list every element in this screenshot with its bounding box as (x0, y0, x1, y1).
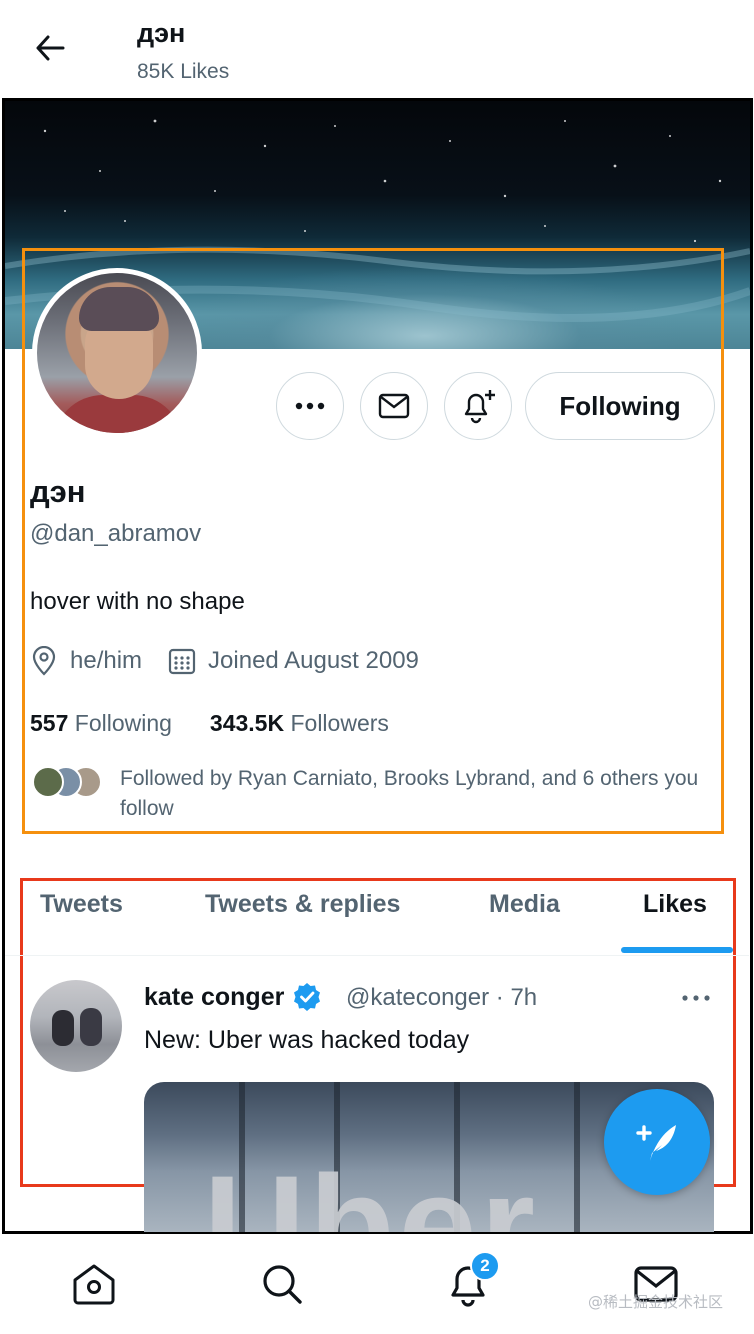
location-pin-icon (32, 646, 56, 676)
joined-text: Joined August 2009 (208, 647, 419, 674)
watermark-text: @稀土掘金技术社区 (588, 1293, 724, 1311)
pronouns-item: he/him (30, 646, 142, 676)
message-button[interactable] (360, 372, 428, 440)
envelope-icon (378, 393, 410, 419)
home-icon[interactable] (70, 1260, 118, 1308)
tweet-more-button[interactable] (680, 986, 712, 1010)
bottom-navigation: 2 @稀土掘金技术社区 (0, 1236, 754, 1334)
tweet-text: New: Uber was hacked today (144, 1026, 470, 1054)
profile-avatar[interactable] (32, 268, 202, 438)
verified-badge-icon (294, 983, 321, 1011)
followed-by-avatars (30, 764, 110, 804)
joined-item: Joined August 2009 (168, 647, 419, 675)
tweet-image-text: Uber (204, 1146, 539, 1232)
followed-by-text: Followed by Ryan Carniato, Brooks Lybran… (120, 767, 699, 820)
following-button[interactable]: Following (525, 372, 715, 440)
bell-plus-icon (464, 390, 495, 424)
tweet-author-avatar[interactable] (30, 980, 122, 1072)
profile-name: дэн (30, 474, 86, 509)
back-arrow-icon[interactable] (30, 28, 70, 68)
more-dots-icon (682, 995, 710, 1001)
tab-tweets[interactable]: Tweets (40, 890, 123, 919)
profile-header: дэн 85K Likes (0, 0, 754, 98)
profile-meta: he/him Joined August 2009 (30, 646, 419, 676)
more-dots-icon (295, 402, 325, 410)
followers-stat[interactable]: 343.5K Followers (210, 710, 389, 737)
header-likes-count: 85K Likes (137, 60, 230, 83)
tab-tweets-replies[interactable]: Tweets & replies (205, 890, 400, 919)
tweet-handle-time: @kateconger · 7h (346, 984, 538, 1011)
profile-bio: hover with no shape (30, 588, 245, 615)
compose-tweet-button[interactable] (604, 1089, 710, 1195)
notifications-badge: 2 (470, 1251, 500, 1281)
calendar-icon (168, 648, 196, 675)
tab-media[interactable]: Media (489, 890, 560, 919)
followed-by[interactable]: Followed by Ryan Carniato, Brooks Lybran… (30, 764, 710, 824)
following-stat[interactable]: 557 Following (30, 710, 172, 737)
tabs-divider (5, 955, 749, 956)
notify-button[interactable] (444, 372, 512, 440)
tweet-author-name[interactable]: kate conger (144, 982, 322, 1012)
mini-avatar (32, 766, 64, 798)
compose-feather-icon (636, 1125, 676, 1161)
header-name: дэн (137, 18, 186, 48)
active-tab-indicator (621, 947, 733, 953)
tab-likes[interactable]: Likes (643, 890, 707, 919)
pronouns-text: he/him (70, 647, 143, 674)
follow-stats: 557 Following 343.5K Followers (30, 710, 389, 737)
search-icon[interactable] (258, 1260, 306, 1308)
profile-handle: @dan_abramov (30, 520, 202, 547)
more-options-button[interactable] (276, 372, 344, 440)
